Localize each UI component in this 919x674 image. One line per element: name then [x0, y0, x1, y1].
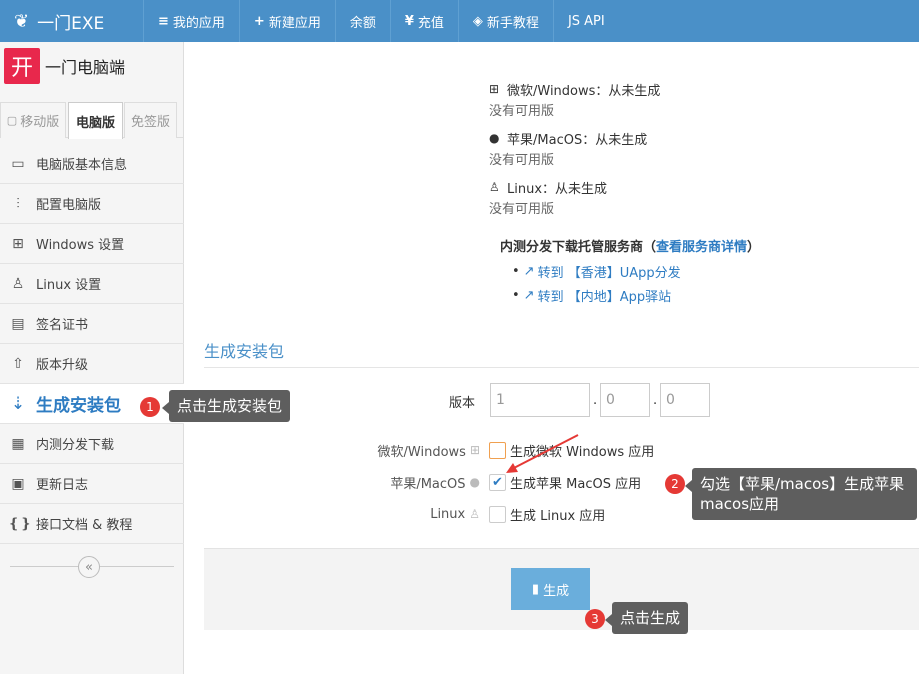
app-name: 一门电脑端 — [45, 58, 126, 77]
mobile-icon: ▢ — [6, 114, 18, 127]
apple-icon: ● — [489, 131, 500, 145]
windows-checkbox[interactable] — [489, 441, 506, 459]
linux-checkbox[interactable] — [489, 505, 506, 523]
qrcode-icon: ▦ — [11, 435, 25, 452]
version-dot: . — [593, 393, 598, 408]
diamond-icon: ◈ — [472, 13, 483, 29]
version-major-input[interactable]: 1 — [490, 383, 590, 417]
platform-tabs: ▢ 移动版 电脑版 免签版 — [0, 102, 184, 139]
generate-button[interactable]: ▮ 生成 — [511, 568, 590, 610]
hosting-link-cn[interactable]: • ↗ 转到 【内地】App驿站 — [512, 286, 671, 305]
sort-icon: ⇣ — [10, 393, 26, 414]
tab-desktop[interactable]: 电脑版 — [68, 102, 123, 139]
monitor-icon: ▭ — [11, 155, 25, 172]
version-dot: . — [653, 393, 658, 408]
check-icon: ✔ — [492, 474, 503, 490]
sidebar-item-windows[interactable]: ⊞ Windows 设置 — [0, 224, 184, 264]
sidebar-item-upgrade[interactable]: ⇧ 版本升级 — [0, 344, 184, 384]
section-title: 生成安装包 — [204, 342, 285, 361]
list-icon: ≡ — [158, 13, 169, 29]
sidebar-item-changelog[interactable]: ▣ 更新日志 — [0, 464, 184, 504]
version-patch-input[interactable]: 0 — [660, 383, 710, 417]
main-content: ⊞ 微软/Windows：从未生成 没有可用版 ● 苹果/MacOS：从未生成 没有… — [185, 42, 919, 674]
plus-icon: + — [253, 13, 265, 29]
sliders-icon: ⫶ — [16, 195, 20, 212]
top-navbar: ❦ 一门EXE ≡ 我的应用 + 新建应用 余额 ¥ 充值 ◈ 新手教程 JS API — [0, 0, 919, 42]
linux-icon: ♙ — [469, 507, 480, 521]
sidebar-item-basic-info[interactable]: ▭ 电脑版基本信息 — [0, 144, 184, 184]
sidebar-item-beta-download[interactable]: ▦ 内测分发下载 — [0, 424, 184, 464]
os-status-macos: ● 苹果/MacOS：从未生成 没有可用版 — [489, 131, 648, 168]
tab-mobile[interactable]: ▢ 移动版 — [0, 102, 66, 138]
nav-js-api[interactable]: JS API — [552, 0, 619, 42]
sidebar-item-certificate[interactable]: ▤ 签名证书 — [0, 304, 184, 344]
apple-icon: ● — [469, 475, 480, 489]
tab-unsigned[interactable]: 免签版 — [124, 102, 177, 138]
callout-3: 点击生成 — [604, 602, 689, 634]
os-status-windows: ⊞ 微软/Windows：从未生成 没有可用版 — [489, 82, 661, 119]
option-linux[interactable]: 生成 Linux 应用 — [489, 504, 605, 524]
code-file-icon: ❴❵ — [8, 515, 32, 532]
version-minor-input[interactable]: 0 — [600, 383, 650, 417]
windows-icon: ⊞ — [12, 235, 24, 252]
linux-icon: ♙ — [11, 275, 25, 292]
nav-new-app[interactable]: + 新建应用 — [238, 0, 335, 42]
file-icon: ▮ — [531, 581, 540, 597]
callout-1: 点击生成安装包 — [161, 390, 291, 422]
external-link-icon: ↗ — [523, 288, 535, 303]
upgrade-icon: ⇧ — [12, 355, 24, 372]
option-label-linux: Linux ♙ — [430, 506, 480, 522]
sidebar-collapse: « — [0, 556, 184, 578]
nav-my-apps[interactable]: ≡ 我的应用 — [143, 0, 239, 42]
hosting-details-link[interactable]: 查看服务商详情 — [656, 240, 747, 255]
step-badge-3: 3 — [585, 609, 605, 629]
option-label-windows: 微软/Windows ⊞ — [377, 443, 480, 460]
version-label: 版本 — [449, 396, 476, 411]
os-status-linux: ♙ Linux：从未生成 没有可用版 — [489, 180, 608, 217]
macos-checkbox[interactable]: ✔ — [489, 473, 506, 491]
calendar-icon: ▣ — [11, 475, 25, 492]
brand[interactable]: ❦ 一门EXE — [14, 0, 104, 42]
nav-balance[interactable]: 余额 — [334, 0, 390, 42]
hosting-title: 内测分发下载托管服务商（查看服务商详情） — [500, 240, 761, 255]
windows-icon: ⊞ — [489, 82, 500, 96]
option-windows[interactable]: 生成微软 Windows 应用 — [489, 440, 654, 460]
step-badge-2: 2 — [665, 474, 685, 494]
app-logo: 开 — [4, 48, 40, 84]
sidebar-menu: ▭ 电脑版基本信息 ⫶ 配置电脑版 ⊞ Windows 设置 ♙ Linux 设置 ▤ 签… — [0, 144, 184, 544]
sidebar-item-docs[interactable]: ❴❵ 接口文档 & 教程 — [0, 504, 184, 544]
option-label-macos: 苹果/MacOS ● — [390, 475, 480, 492]
sidebar-item-linux[interactable]: ♙ Linux 设置 — [0, 264, 184, 304]
windows-icon: ⊞ — [469, 443, 480, 457]
hosting-link-hk[interactable]: • ↗ 转到 【香港】UApp分发 — [512, 262, 681, 281]
divider — [204, 367, 919, 368]
option-macos[interactable]: ✔ 生成苹果 MacOS 应用 — [489, 472, 641, 492]
collapse-icon[interactable]: « — [78, 556, 100, 578]
external-link-icon: ↗ — [523, 264, 535, 279]
certificate-icon: ▤ — [11, 315, 25, 332]
sidebar: 开 一门电脑端 ▢ 移动版 电脑版 免签版 ▭ 电脑版基本信息 ⫶ 配置电脑版 ⊞ Wi… — [0, 42, 184, 674]
yen-icon: ¥ — [404, 13, 414, 29]
step-badge-1: 1 — [140, 397, 160, 417]
nav-tutorial[interactable]: ◈ 新手教程 — [457, 0, 553, 42]
brand-name: 一门EXE — [37, 13, 105, 34]
app-header: 开 一门电脑端 — [4, 48, 125, 84]
leaf-icon: ❦ — [14, 10, 30, 32]
linux-icon: ♙ — [489, 180, 500, 194]
callout-2: 勾选【苹果/macos】生成苹果macos应用 — [685, 468, 917, 520]
nav-recharge[interactable]: ¥ 充值 — [389, 0, 458, 42]
sidebar-item-config[interactable]: ⫶ 配置电脑版 — [0, 184, 184, 224]
